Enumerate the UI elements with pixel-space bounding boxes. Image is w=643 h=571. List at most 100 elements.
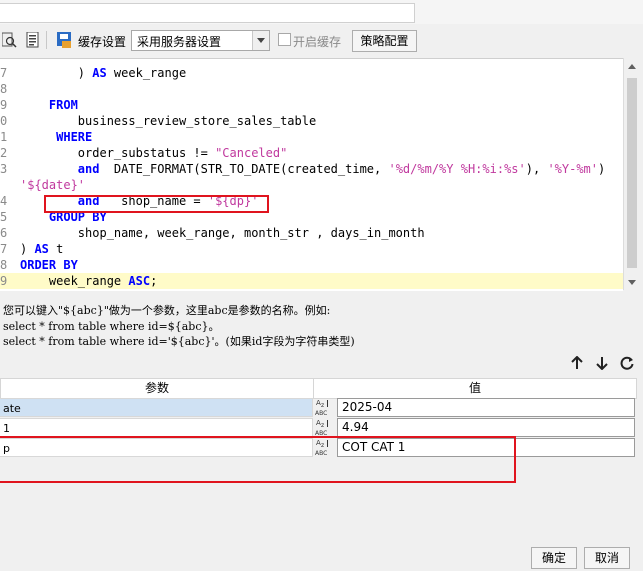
code-text: ) AS week_range [20,65,186,81]
line-number: 7 [0,66,8,80]
line-number: 6 [0,226,8,240]
line-number: 4 [0,194,8,208]
hint-line-1: 您可以键入"${abc}"做为一个参数，这里abc是参数的名称。例如: [3,304,331,317]
line-number: 3 [0,162,8,176]
sql-keyword: WHERE [56,130,93,144]
line-number: 5 [0,210,8,224]
code-line[interactable]: 9 FROM [0,97,623,113]
scroll-down-arrow-icon[interactable] [624,274,640,290]
code-text: week_range ASC; [20,273,157,289]
sql-keyword: and [77,162,100,176]
line-number: 2 [0,146,8,160]
sql-keyword: AS [34,242,49,256]
code-text: ORDER BY [20,257,78,273]
sql-string: '${date}' [20,178,86,192]
line-number: 0 [0,114,8,128]
toolbar-separator [46,31,47,49]
strategy-config-button[interactable]: 策略配置 [352,30,417,52]
toolbar: 缓存设置 采用服务器设置 开启缓存 策略配置 [0,26,643,54]
hint-line-2: select * from table where id=${abc}。 [3,320,220,333]
string-type-icon: Az ABC [314,418,336,437]
code-text: business_review_store_sales_table [20,113,316,129]
line-number: 9 [0,98,8,112]
code-line[interactable]: 2 order_substatus != "Canceled" [0,145,623,161]
code-line[interactable]: '${date}' [0,177,623,193]
code-text: FROM [20,97,78,113]
sql-string: '%d/%m/%Y %H:%i:%s' [388,162,526,176]
code-line[interactable]: 7) AS t [0,241,623,257]
sql-string: '%Y-%m' [547,162,599,176]
column-header-param[interactable]: 参数 [0,378,314,399]
sql-keyword: ORDER BY [20,258,78,272]
code-line[interactable]: 7 ) AS week_range [0,65,623,81]
editor-scrollbar[interactable] [623,58,640,290]
cancel-button[interactable]: 取消 [584,547,630,569]
move-down-icon[interactable] [596,356,608,370]
sql-text: ) = [598,162,606,176]
sql-text: business_review_store_sales_table [20,114,317,128]
parameter-row[interactable]: ate Az ABC 2025-04 [0,398,637,417]
enable-cache-checkbox[interactable] [278,33,291,46]
parameter-row[interactable]: 1 Az ABC 4.94 [0,418,637,437]
ok-button[interactable]: 确定 [531,547,577,569]
enable-cache-label: 开启缓存 [293,35,342,49]
sql-keyword: AS [92,66,107,80]
sql-text: shop_name, week_range, month_str , days_… [20,226,425,240]
hint-line-3: select * from table where id='${abc}'。(如… [3,335,355,348]
code-text: order_substatus != "Canceled" [20,145,288,161]
search-preview-icon[interactable] [2,32,18,48]
scroll-up-arrow-icon[interactable] [624,58,640,74]
code-line[interactable]: 8 ORDER BY [0,257,623,273]
sql-keyword: ASC [128,274,151,288]
code-text: shop_name, week_range, month_str , days_… [20,225,425,241]
code-line[interactable]: 6 shop_name, week_range, month_str , day… [0,225,623,241]
document-icon[interactable] [25,32,41,48]
svg-text:z: z [321,402,324,409]
annotation-highlight-row [0,436,516,483]
move-up-icon[interactable] [571,356,583,370]
sql-keyword: FROM [48,98,78,112]
code-text: and DATE_FORMAT(STR_TO_DATE(created_time… [20,161,623,177]
svg-text:z: z [321,422,324,429]
code-line[interactable]: 8 [0,81,623,97]
cache-settings-icon [57,32,71,48]
code-line[interactable]: 3 and DATE_FORMAT(STR_TO_DATE(created_ti… [0,161,623,177]
chevron-down-icon[interactable] [252,31,269,50]
parameter-name[interactable]: 1 [0,418,313,437]
parameter-name[interactable]: ate [0,398,313,417]
sql-string: "Canceled" [215,146,288,160]
sql-editor[interactable]: 7 ) AS week_range 8 9 FROM 0 business_revie… [0,58,623,291]
code-text: '${date}' [20,177,85,193]
cache-setting-select[interactable]: 采用服务器设置 [131,30,270,51]
line-number: 1 [0,130,8,144]
sql-text: DATE_FORMAT(STR_TO_DATE(created_time, [99,162,389,176]
code-text: WHERE [20,129,92,145]
sql-text: ) [20,242,35,256]
annotation-highlight-code [44,195,269,213]
sql-text: ) [20,66,93,80]
parameter-value-input[interactable]: 2025-04 [337,398,635,417]
address-bar [0,0,643,24]
column-header-value[interactable]: 值 [313,378,637,399]
sql-text: ; [150,274,158,288]
line-number: 8 [0,82,8,96]
string-type-icon: Az ABC [314,398,336,417]
address-field[interactable] [0,3,415,23]
code-line[interactable]: 1 WHERE [0,129,623,145]
cache-setting-label: 缓存设置 [78,35,127,49]
code-line[interactable]: 9 week_range ASC; [0,273,623,289]
sql-text: t [48,242,64,256]
code-line[interactable]: 0 business_review_store_sales_table [0,113,623,129]
line-number: 9 [0,274,8,288]
line-number: 8 [0,258,8,272]
sql-text: ), [525,162,548,176]
svg-text:ABC: ABC [315,410,327,417]
line-number: 7 [0,242,8,256]
sql-text: week_range [106,66,187,80]
scroll-thumb[interactable] [627,78,637,268]
refresh-icon[interactable] [620,356,634,370]
parameter-value-input[interactable]: 4.94 [337,418,635,437]
code-text: ) AS t [20,241,63,257]
